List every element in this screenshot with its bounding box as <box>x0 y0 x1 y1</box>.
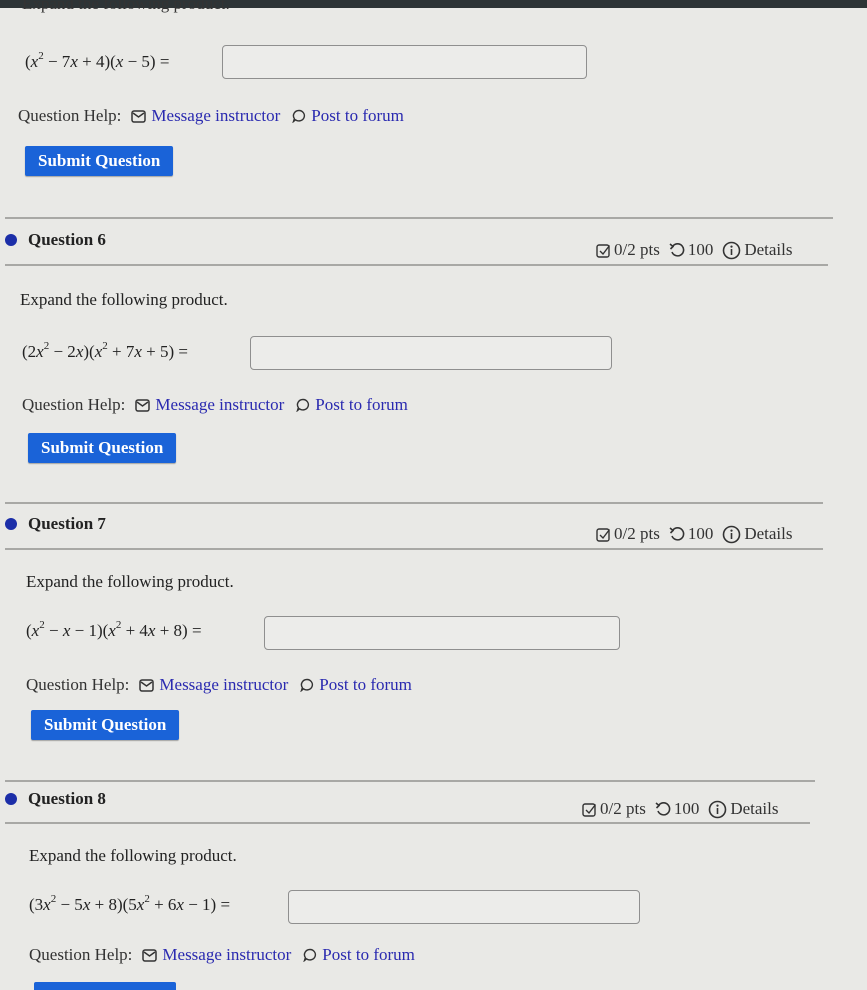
attempts: 100 <box>669 524 713 544</box>
points: 0/2 pts <box>596 240 660 260</box>
question-help-label: Question Help: <box>18 106 122 125</box>
mail-icon <box>135 398 151 412</box>
submit-question-button[interactable]: Submit Question <box>31 710 180 740</box>
message-instructor-label: Message instructor <box>155 395 285 414</box>
question-bullet-icon <box>5 518 17 530</box>
post-to-forum-link[interactable]: Post to forum <box>292 106 404 126</box>
question-help: Question Help: Message instructor Post t… <box>26 675 424 695</box>
question-bullet-icon <box>5 793 17 805</box>
question-bullet-icon <box>5 234 17 246</box>
math-expression: (x2 − 7x + 4)(x − 5) = <box>25 50 170 72</box>
chat-bubble-icon <box>300 678 314 692</box>
retry-icon <box>669 527 685 541</box>
math-expression: (2x2 − 2x)(x2 + 7x + 5) = <box>22 340 188 362</box>
question-help-label: Question Help: <box>22 395 126 414</box>
post-to-forum-label: Post to forum <box>322 945 415 964</box>
question-prompt: Expand the following product. <box>22 0 230 13</box>
message-instructor-label: Message instructor <box>159 675 289 694</box>
answer-input[interactable] <box>222 45 587 79</box>
retry-icon <box>669 243 685 257</box>
mail-icon <box>139 678 155 692</box>
question-meta: 0/2 pts 100 Details <box>582 799 787 819</box>
message-instructor-link[interactable]: Message instructor <box>139 675 288 695</box>
details-link[interactable]: Details <box>722 524 792 544</box>
post-to-forum-link[interactable]: Post to forum <box>300 675 412 695</box>
question-help: Question Help: Message instructor Post t… <box>22 395 420 415</box>
question-help-label: Question Help: <box>29 945 133 964</box>
attempts: 100 <box>669 240 713 260</box>
post-to-forum-label: Post to forum <box>311 106 404 125</box>
question-header: Question 8 <box>5 789 106 809</box>
message-instructor-label: Message instructor <box>151 106 281 125</box>
divider <box>5 822 810 824</box>
question-prompt: Expand the following product. <box>26 572 234 591</box>
checkbox-icon <box>582 802 597 817</box>
post-to-forum-link[interactable]: Post to forum <box>303 945 415 965</box>
post-to-forum-link[interactable]: Post to forum <box>296 395 408 415</box>
info-icon <box>723 525 741 543</box>
points: 0/2 pts <box>582 799 646 819</box>
answer-input[interactable] <box>288 890 640 924</box>
details-link[interactable]: Details <box>708 799 778 819</box>
divider <box>5 217 833 219</box>
post-to-forum-label: Post to forum <box>319 675 412 694</box>
post-to-forum-label: Post to forum <box>315 395 408 414</box>
question-help: Question Help: Message instructor Post t… <box>18 106 416 126</box>
divider <box>5 502 823 504</box>
attempts: 100 <box>655 799 699 819</box>
question-prompt: Expand the following product. <box>29 846 237 865</box>
submit-question-button[interactable]: Submit Question <box>28 433 177 463</box>
question-prompt: Expand the following product. <box>20 290 228 309</box>
mail-icon <box>142 948 158 962</box>
question-help-label: Question Help: <box>26 675 130 694</box>
question-help: Question Help: Message instructor Post t… <box>29 945 427 965</box>
retry-icon <box>655 802 671 816</box>
submit-question-button-partial[interactable] <box>34 982 176 990</box>
answer-input[interactable] <box>264 616 620 650</box>
message-instructor-link[interactable]: Message instructor <box>142 945 291 965</box>
math-expression: (3x2 − 5x + 8)(5x2 + 6x − 1) = <box>29 893 231 915</box>
checkbox-icon <box>596 527 611 542</box>
question-title: Question 8 <box>28 789 106 808</box>
question-header: Question 6 <box>5 230 106 250</box>
divider <box>5 264 828 266</box>
submit-question-button[interactable]: Submit Question <box>25 146 174 176</box>
details-link[interactable]: Details <box>722 240 792 260</box>
question-meta: 0/2 pts 100 Details <box>596 240 801 260</box>
message-instructor-link[interactable]: Message instructor <box>131 106 280 126</box>
message-instructor-link[interactable]: Message instructor <box>135 395 284 415</box>
info-icon <box>723 241 741 259</box>
answer-input[interactable] <box>250 336 612 370</box>
message-instructor-label: Message instructor <box>162 945 292 964</box>
divider <box>5 780 815 782</box>
math-expression: (x2 − x − 1)(x2 + 4x + 8) = <box>26 619 202 641</box>
chat-bubble-icon <box>303 948 317 962</box>
question-title: Question 6 <box>28 230 106 249</box>
info-icon <box>709 800 727 818</box>
question-meta: 0/2 pts 100 Details <box>596 524 801 544</box>
checkbox-icon <box>596 243 611 258</box>
chat-bubble-icon <box>296 398 310 412</box>
question-header: Question 7 <box>5 514 106 534</box>
question-title: Question 7 <box>28 514 106 533</box>
mail-icon <box>131 109 147 123</box>
chat-bubble-icon <box>292 109 306 123</box>
divider <box>5 548 823 550</box>
points: 0/2 pts <box>596 524 660 544</box>
